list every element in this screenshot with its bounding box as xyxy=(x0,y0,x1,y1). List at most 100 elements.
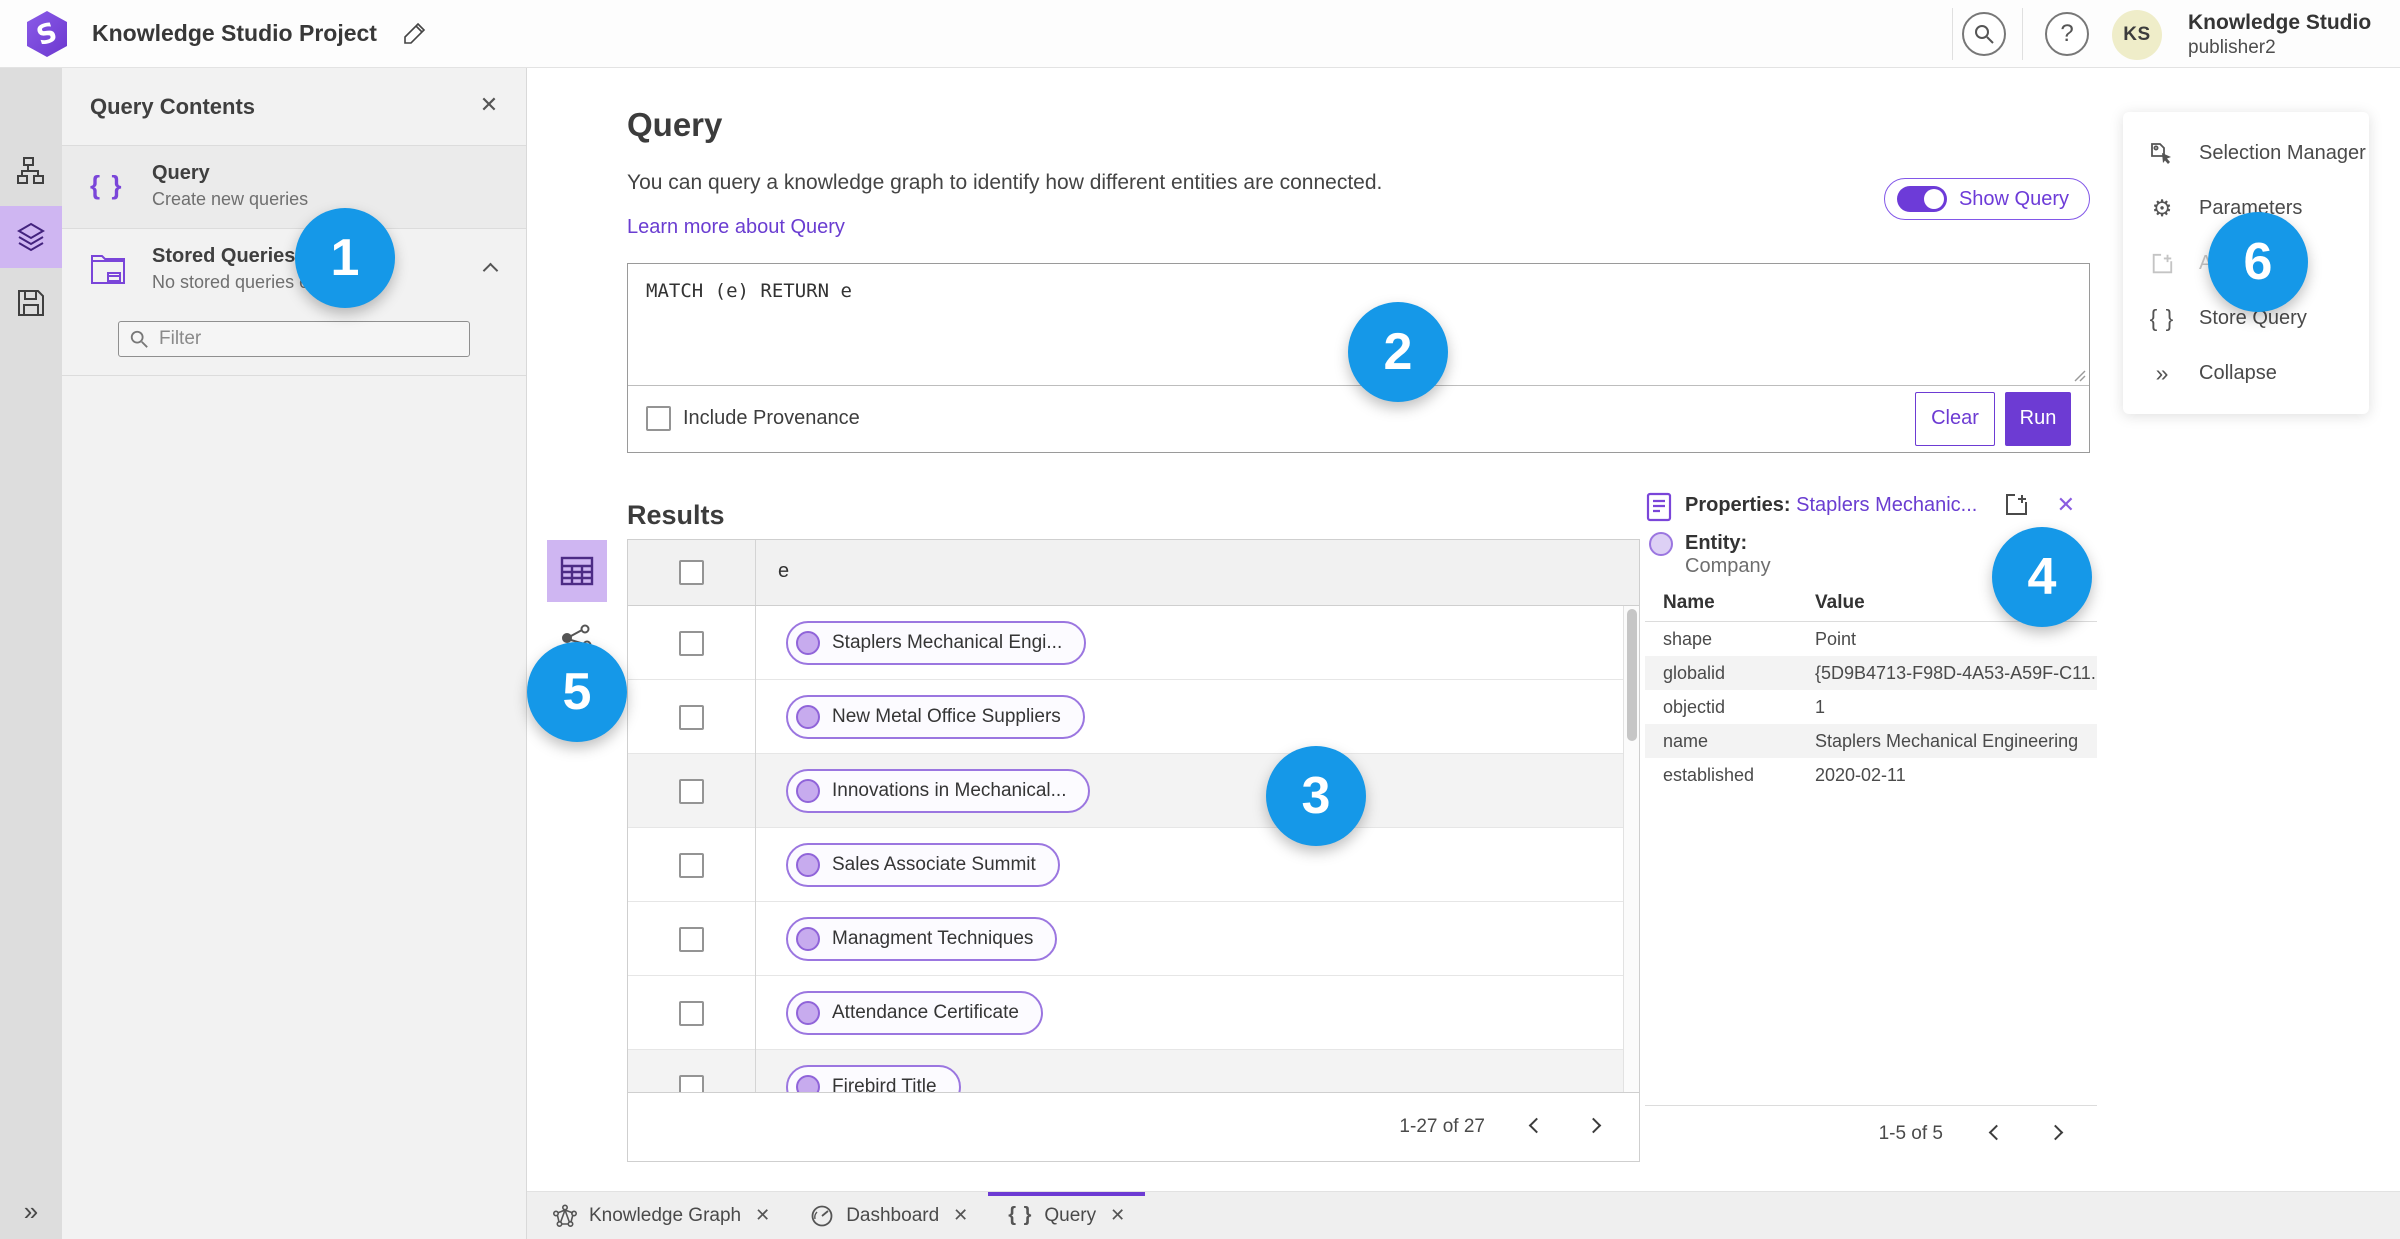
query-contents-panel: Query Contents ✕ { } Query Create new qu… xyxy=(62,68,527,1239)
page-description: You can query a knowledge graph to ident… xyxy=(627,171,1383,194)
header-divider xyxy=(2022,8,2023,60)
tab-query[interactable]: { } Query ✕ xyxy=(988,1192,1146,1239)
learn-more-link[interactable]: Learn more about Query xyxy=(627,216,845,239)
select-all-cell xyxy=(628,540,756,605)
stored-queries-filter[interactable] xyxy=(118,321,470,357)
entity-pill[interactable]: Sales Associate Summit xyxy=(786,843,1060,887)
table-icon xyxy=(560,556,594,586)
help-button[interactable]: ? xyxy=(2045,12,2089,56)
edit-title-icon[interactable] xyxy=(402,20,428,46)
callout-5: 5 xyxy=(527,642,627,742)
show-query-toggle[interactable]: Show Query xyxy=(1883,178,2090,220)
entity-pill-label: Staplers Mechanical Engi... xyxy=(832,632,1063,653)
chevron-up-icon xyxy=(482,262,499,279)
close-tab-icon[interactable]: ✕ xyxy=(1110,1205,1125,1226)
properties-header: Properties: Staplers Mechanic... ✕ xyxy=(1645,492,2097,526)
rail-item-contents[interactable] xyxy=(0,206,62,268)
property-row[interactable]: shape Point xyxy=(1645,622,2097,656)
panel-item-query[interactable]: { } Query Create new queries xyxy=(62,146,526,229)
query-editor-footer: Include Provenance Clear Run xyxy=(628,385,2089,452)
previous-page-button[interactable] xyxy=(1528,1117,1545,1136)
row-checkbox[interactable] xyxy=(679,926,704,952)
dashboard-gauge-icon xyxy=(810,1204,834,1228)
row-checkbox[interactable] xyxy=(679,704,704,730)
rail-item-schema[interactable] xyxy=(0,140,62,202)
row-checkbox[interactable] xyxy=(679,1074,704,1092)
property-row[interactable]: name Staplers Mechanical Engineering xyxy=(1645,724,2097,758)
table-row[interactable]: Firebird Title xyxy=(628,1050,1639,1092)
menu-item-collapse[interactable]: » Collapse xyxy=(2123,346,2369,401)
entity-pill[interactable]: Staplers Mechanical Engi... xyxy=(786,621,1087,665)
close-properties-button[interactable]: ✕ xyxy=(2057,492,2075,518)
table-row[interactable]: Sales Associate Summit xyxy=(628,828,1639,902)
next-page-button[interactable] xyxy=(1585,1117,1602,1136)
entity-dot-icon xyxy=(796,631,820,655)
callout-2: 2 xyxy=(1348,302,1448,402)
table-row[interactable]: Managment Techniques xyxy=(628,902,1639,976)
toggle-knob xyxy=(1923,189,1944,209)
run-button[interactable]: Run xyxy=(2005,391,2071,446)
user-block[interactable]: Knowledge Studio publisher2 xyxy=(2188,10,2371,59)
include-provenance-checkbox[interactable] xyxy=(646,406,671,431)
property-row[interactable]: established 2020-02-11 xyxy=(1645,758,2097,792)
select-all-checkbox[interactable] xyxy=(679,560,704,585)
entity-pill[interactable]: Managment Techniques xyxy=(786,917,1058,961)
results-table-header: e xyxy=(628,540,1639,606)
property-name: globalid xyxy=(1663,662,1726,683)
menu-item-selection-manager[interactable]: Selection Manager xyxy=(2123,126,2369,181)
results-scrollbar[interactable] xyxy=(1623,606,1639,1092)
pagination-range: 1-5 of 5 xyxy=(1878,1123,1943,1144)
next-page-button[interactable] xyxy=(2047,1124,2064,1143)
stored-queries-folder-icon xyxy=(90,253,126,287)
expand-rail-button[interactable]: » xyxy=(0,1191,62,1231)
user-avatar[interactable]: KS xyxy=(2112,10,2162,60)
table-view-button[interactable] xyxy=(547,540,607,602)
entity-pill[interactable]: New Metal Office Suppliers xyxy=(786,695,1085,739)
tab-knowledge-graph[interactable]: Knowledge Graph ✕ xyxy=(533,1192,790,1239)
table-row[interactable]: Staplers Mechanical Engi... xyxy=(628,606,1639,680)
toggle-switch[interactable] xyxy=(1896,186,1947,212)
resize-handle[interactable] xyxy=(2073,369,2086,382)
clear-button[interactable]: Clear xyxy=(1915,391,1995,446)
query-view: Query You can query a knowledge graph to… xyxy=(527,68,2400,1191)
scrollbar-thumb[interactable] xyxy=(1627,609,1637,741)
panel-header: Query Contents ✕ xyxy=(62,68,526,146)
callout-6: 6 xyxy=(2208,212,2308,312)
row-checkbox[interactable] xyxy=(679,778,704,804)
page-title: Query xyxy=(627,106,723,143)
row-checkbox[interactable] xyxy=(679,1000,704,1026)
selected-entity-link[interactable]: Staplers Mechanic... xyxy=(1796,494,1977,516)
property-row[interactable]: objectid 1 xyxy=(1645,690,2097,724)
panel-item-stored-queries[interactable]: Stored Queries No stored queries exist xyxy=(62,229,526,376)
collapse-section-button[interactable] xyxy=(482,262,499,281)
close-panel-button[interactable]: ✕ xyxy=(474,92,504,122)
callout-4: 4 xyxy=(1992,527,2092,627)
entity-pill[interactable]: Attendance Certificate xyxy=(786,991,1043,1035)
tab-dashboard[interactable]: Dashboard ✕ xyxy=(790,1192,988,1239)
layers-icon xyxy=(15,221,47,253)
user-name: Knowledge Studio xyxy=(2188,11,2372,34)
close-tab-icon[interactable]: ✕ xyxy=(755,1205,770,1226)
close-tab-icon[interactable]: ✕ xyxy=(953,1205,968,1226)
add-to-selection-button[interactable] xyxy=(2003,492,2029,518)
table-row[interactable]: Attendance Certificate xyxy=(628,976,1639,1050)
menu-item-label: Selection Manager xyxy=(2199,142,2366,164)
property-value: Point xyxy=(1815,628,1857,649)
previous-page-button[interactable] xyxy=(1988,1124,2005,1143)
search-button[interactable] xyxy=(1962,12,2006,56)
entity-pill[interactable]: Firebird Title xyxy=(786,1065,961,1092)
rail-item-save[interactable] xyxy=(0,272,62,334)
entity-pill-label: Attendance Certificate xyxy=(832,1002,1019,1023)
tab-label: Query xyxy=(1044,1204,1097,1226)
entity-dot-icon xyxy=(796,927,820,951)
row-checkbox[interactable] xyxy=(679,852,704,878)
properties-pagination: 1-5 of 5 xyxy=(1645,1105,2097,1162)
entity-pill[interactable]: Innovations in Mechanical... xyxy=(786,769,1091,813)
chevron-left-icon xyxy=(1528,1117,1545,1134)
table-row[interactable]: New Metal Office Suppliers xyxy=(628,680,1639,754)
row-checkbox[interactable] xyxy=(679,630,704,656)
property-row[interactable]: globalid {5D9B4713-F98D-4A53-A59F-C11... xyxy=(1645,656,2097,690)
filter-input[interactable] xyxy=(159,328,459,350)
table-row[interactable]: Innovations in Mechanical... xyxy=(628,754,1639,828)
property-name: name xyxy=(1663,730,1709,751)
